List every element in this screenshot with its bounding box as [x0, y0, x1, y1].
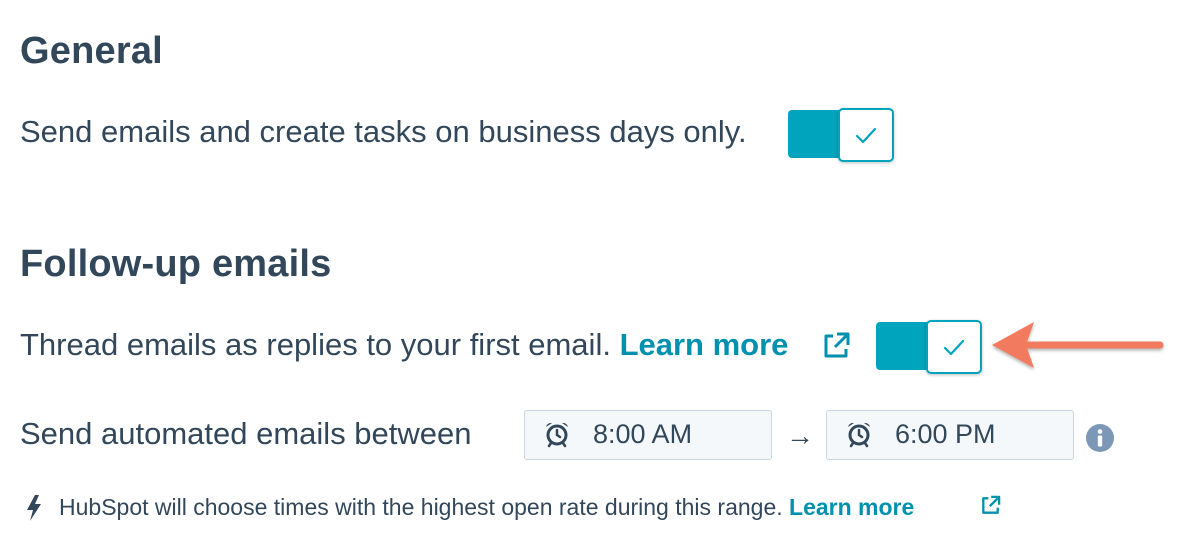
alarm-clock-icon	[546, 422, 568, 448]
check-icon	[943, 339, 965, 356]
end-time-field[interactable]: 6:00 PM	[826, 410, 1074, 460]
followup-heading: Follow-up emails	[20, 243, 332, 285]
arrow-right-icon: →	[786, 420, 814, 451]
alarm-clock-icon	[848, 422, 870, 448]
hint-text: HubSpot will choose times with the highe…	[59, 494, 783, 520]
toggle-knob	[926, 320, 982, 374]
start-time-value: 8:00 AM	[593, 419, 693, 449]
hint-learn-more-link[interactable]: Learn more	[789, 494, 914, 520]
toggle-knob	[838, 108, 894, 162]
lightning-icon	[27, 495, 41, 521]
end-time-value: 6:00 PM	[895, 419, 996, 449]
start-time-field[interactable]: 8:00 AM	[524, 410, 772, 460]
general-heading: General	[20, 30, 163, 72]
info-icon[interactable]	[1085, 423, 1115, 453]
hint-learn-more-label: Learn more	[789, 494, 915, 520]
external-link-icon[interactable]	[820, 330, 852, 362]
thread-learn-more-link[interactable]: Learn more	[620, 327, 789, 362]
business-days-label: Send emails and create tasks on business…	[20, 114, 747, 149]
external-link-icon[interactable]	[979, 494, 1002, 517]
check-icon	[855, 127, 877, 144]
thread-label: Thread emails as replies to your first e…	[20, 327, 611, 362]
thread-emails-toggle[interactable]	[876, 320, 982, 374]
annotation-arrow-icon	[992, 322, 1164, 368]
business-days-toggle[interactable]	[788, 108, 894, 162]
hint-row: HubSpot will choose times with the highe…	[59, 494, 914, 521]
send-between-label: Send automated emails between	[20, 416, 472, 451]
thread-label-row: Thread emails as replies to your first e…	[20, 327, 788, 363]
thread-learn-more-label: Learn more	[619, 327, 789, 362]
